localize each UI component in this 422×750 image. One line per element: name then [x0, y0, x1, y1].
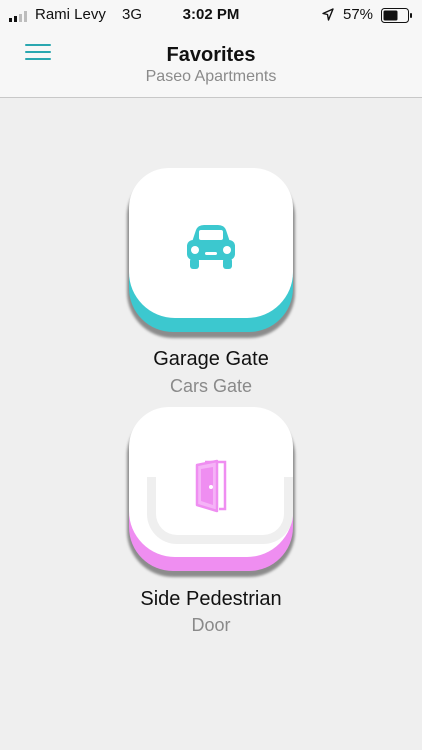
- favorite-name: Garage Gate: [153, 348, 269, 370]
- side-pedestrian-button[interactable]: [125, 407, 297, 579]
- battery-icon: [381, 8, 412, 23]
- favorite-subtitle: Door: [191, 615, 231, 635]
- favorite-side-pedestrian[interactable]: Side Pedestrian Door: [111, 407, 311, 642]
- garage-gate-button[interactable]: [125, 168, 297, 340]
- battery-percentage: 57%: [343, 6, 374, 23]
- favorite-name: Side Pedestrian: [140, 588, 282, 610]
- car-icon: [187, 225, 235, 269]
- page-title: Favorites: [166, 44, 256, 66]
- favorite-subtitle: Cars Gate: [169, 376, 253, 396]
- navigation-header: Favorites Paseo Apartments: [0, 30, 422, 98]
- page-subtitle: Paseo Apartments: [145, 68, 277, 85]
- location-arrow-icon: [322, 8, 334, 21]
- status-bar: Rami Levy 3G 3:02 PM 57%: [0, 0, 422, 30]
- door-icon: [195, 459, 227, 513]
- favorite-garage-gate[interactable]: Garage Gate Cars Gate: [111, 168, 311, 400]
